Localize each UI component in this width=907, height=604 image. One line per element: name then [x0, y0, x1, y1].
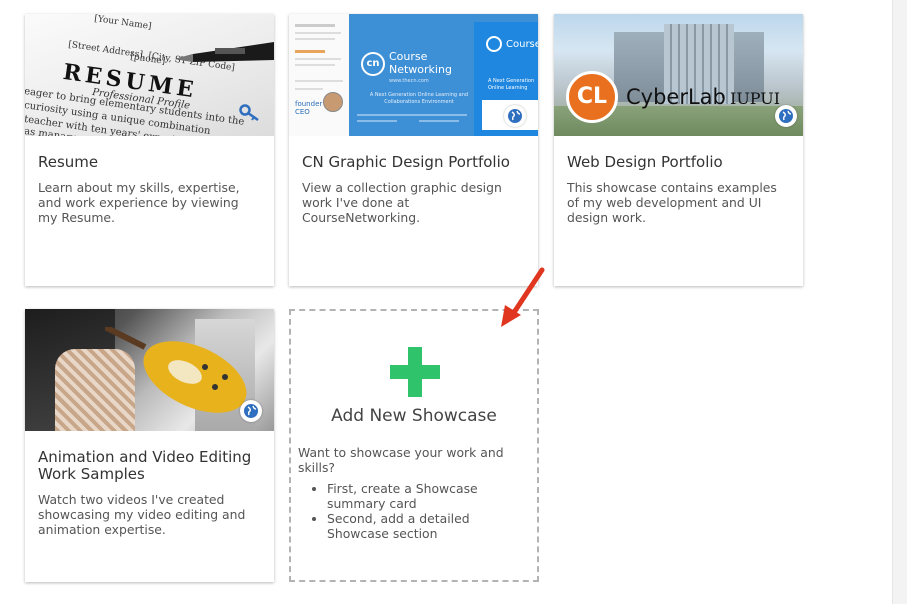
resume-thumbnail: [Your Name] [Street Address], [City, ST … — [25, 14, 274, 136]
cyberlab-thumbnail: CL CyberLab · IUPUI — [554, 14, 803, 136]
cn-brand-line2: Networking — [389, 63, 452, 76]
card-title: Resume — [38, 153, 99, 171]
showcase-card-web-design[interactable]: CL CyberLab · IUPUI Web Design Portfolio… — [554, 14, 803, 286]
card-description: Watch two videos I've created showcasing… — [38, 492, 246, 537]
arrow-annotation — [501, 267, 545, 327]
cyberlab-logo: CL — [566, 71, 618, 123]
showcase-page: [Your Name] [Street Address], [City, ST … — [0, 0, 892, 604]
cyberlab-brand: CyberLab — [626, 85, 726, 109]
add-new-subtitle: Want to showcase your work and skills? — [298, 445, 504, 475]
card-description: This showcase contains examples of my we… — [567, 180, 777, 225]
cn-thumbnail: founder CEO cn Course Networking www.the… — [289, 14, 538, 136]
plus-icon[interactable] — [390, 347, 440, 397]
showcase-card-animation-video[interactable]: Animation and Video Editing Work Samples… — [25, 309, 274, 582]
cn-url: www.thecn.com — [389, 78, 429, 84]
cn-thumb-document: founder CEO — [289, 14, 349, 136]
list-item: First, create a Showcase summary card — [327, 481, 531, 511]
cn-panel-tag: A Next Generation Online Learning — [488, 78, 535, 91]
resume-thumb-name: [Your Name] — [93, 14, 153, 32]
card-description: Learn about my skills, expertise, and wo… — [38, 180, 240, 225]
list-item: Second, add a detailed Showcase section — [327, 511, 531, 541]
card-title: Web Design Portfolio — [567, 153, 723, 171]
scrollbar[interactable] — [892, 0, 907, 604]
pen-image — [175, 42, 274, 62]
guitar-thumbnail — [25, 309, 274, 431]
cyberlab-org: IUPUI — [730, 89, 781, 108]
add-new-title: Add New Showcase — [331, 406, 497, 426]
add-new-showcase-card[interactable]: Add New Showcase Want to showcase your w… — [289, 309, 539, 582]
cn-panel-brand: Course — [506, 39, 538, 50]
cn-brand-line1: Course — [389, 50, 428, 63]
showcase-card-resume[interactable]: [Your Name] [Street Address], [City, ST … — [25, 14, 274, 286]
card-description: View a collection graphic design work I'… — [302, 180, 502, 225]
key-icon — [239, 104, 259, 122]
globe-icon — [504, 105, 526, 127]
globe-icon — [240, 400, 262, 422]
guitar-image — [105, 327, 247, 413]
add-new-steps: First, create a Showcase summary card Se… — [327, 481, 531, 541]
cn-logo: cn — [361, 52, 385, 76]
showcase-card-cn-graphic-design[interactable]: founder CEO cn Course Networking www.the… — [289, 14, 538, 286]
card-title: CN Graphic Design Portfolio — [302, 153, 510, 171]
avatar — [323, 92, 343, 112]
card-title: Animation and Video Editing Work Samples — [38, 448, 252, 483]
cn-tagline: A Next Generation Online Learning and Co… — [369, 92, 469, 105]
cyberlab-sep: · — [720, 85, 727, 109]
globe-icon — [775, 105, 797, 127]
